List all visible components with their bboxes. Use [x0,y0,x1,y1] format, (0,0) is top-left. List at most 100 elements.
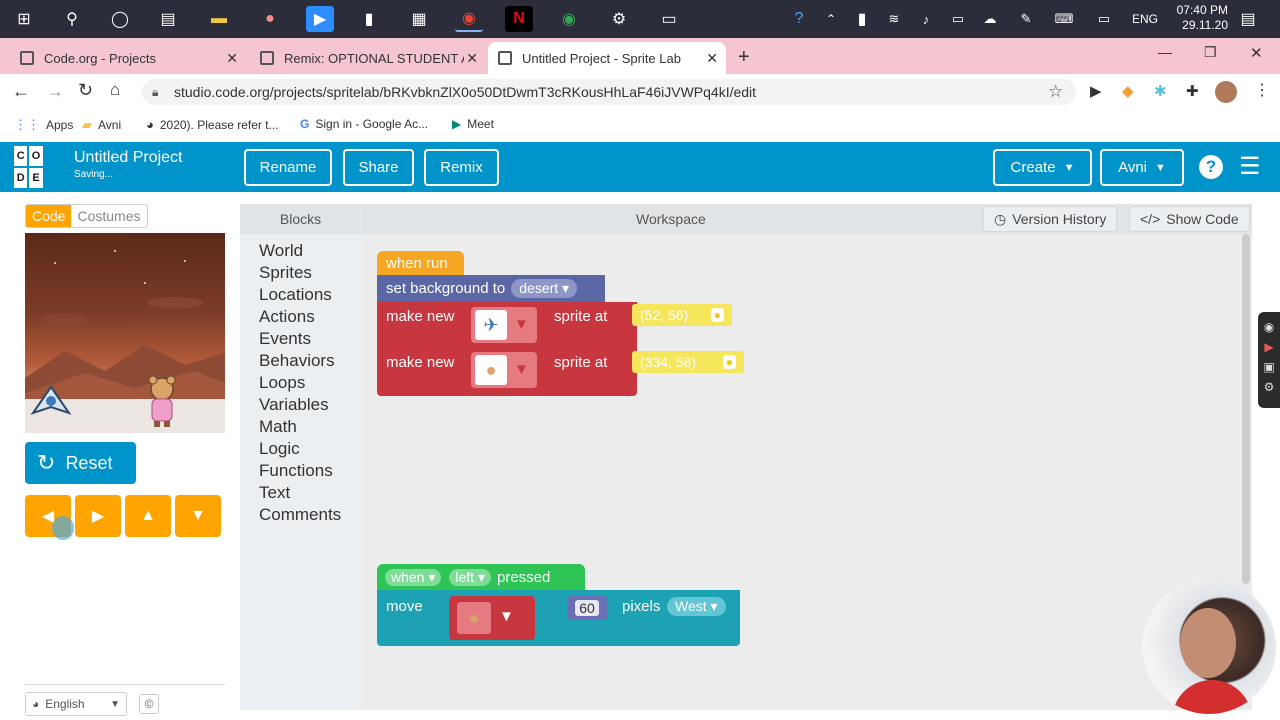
cortana-icon[interactable]: ◯ [106,6,134,32]
when-dropdown[interactable]: when ▾ [385,568,442,586]
key-dropdown[interactable]: left ▾ [449,568,491,586]
video-icon[interactable]: ▶ [1258,340,1280,354]
location-pin-icon[interactable]: ● [710,308,724,322]
extension-icon[interactable]: ◆ [1122,82,1134,100]
display-icon[interactable]: ▭ [1090,6,1118,32]
make-new-sprite-block[interactable]: make new sprite at ● ▼ [377,349,637,396]
bookmark-avni[interactable]: ▰ Avni [82,117,121,133]
settings-icon[interactable]: ⚙ [605,6,633,32]
amount-input[interactable]: 60 [567,596,607,620]
screen-icon[interactable]: ▭ [655,6,683,32]
category-comments[interactable]: Comments [259,505,341,525]
show-code-button[interactable]: </> Show Code [1129,206,1250,232]
sprite-selector[interactable]: ● ▼ [449,596,535,640]
reload-icon[interactable]: ↻ [78,80,93,101]
battery-icon[interactable]: ▭ [944,6,972,32]
language-indicator[interactable]: ENG [1132,12,1158,26]
help-icon[interactable]: ? [1199,155,1223,179]
notification-icon[interactable]: ▤ [1234,6,1262,32]
game-stage[interactable] [25,233,225,433]
make-new-sprite-block[interactable]: make new sprite at ✈ ▼ [377,302,637,349]
category-sprites[interactable]: Sprites [259,263,312,283]
user-menu-button[interactable]: Avni ▼ [1100,149,1184,186]
category-functions[interactable]: Functions [259,461,333,481]
minimize-icon[interactable]: — [1158,44,1172,60]
background-dropdown[interactable]: desert ▾ [511,279,578,298]
app-icon[interactable]: ▮ [355,6,383,32]
address-bar[interactable]: 🔒︎ studio.code.org/projects/spritelab/bR… [142,79,1076,105]
forward-icon[interactable]: → [46,81,64,102]
browser-tab[interactable]: Code.org - Projects ✕ [10,42,246,74]
set-background-block[interactable]: set background to desert ▾ [377,275,605,302]
zoom-icon[interactable]: ▶ [306,6,334,32]
clock[interactable]: 07:40 PM 29.11.20 [1177,3,1228,33]
codeorg-logo[interactable]: C O D E [14,146,58,188]
close-icon[interactable]: ✕ [706,50,718,67]
copyright-icon[interactable]: © [139,694,159,714]
category-world[interactable]: World [259,241,303,261]
bookmark-item[interactable]: G Sign in - Google Ac... [300,117,428,131]
close-icon[interactable]: ✕ [226,50,238,67]
code-tab[interactable]: Code [26,205,72,227]
location-block[interactable]: (334, 58) ● [632,351,744,373]
chrome-icon[interactable]: ◉ [455,6,483,32]
back-icon[interactable]: ← [12,81,30,102]
bear-sprite[interactable] [145,375,179,429]
category-behaviors[interactable]: Behaviors [259,351,335,371]
browser-tab-active[interactable]: Untitled Project - Sprite Lab ✕ [488,42,726,74]
reset-button[interactable]: ↻ Reset [25,442,136,484]
when-key-pressed-block[interactable]: when ▾ left ▾ pressed [377,564,585,590]
app-icon[interactable]: ● [256,6,284,32]
up-arrow-button[interactable]: ▲ [125,495,171,537]
move-block[interactable]: move ● ▼ 60 pixels West ▾ [377,590,740,646]
restore-icon[interactable]: ❐ [1204,44,1217,61]
costume-dropdown[interactable]: ✈ ▼ [471,307,537,343]
category-math[interactable]: Math [259,417,297,437]
create-menu-button[interactable]: Create ▼ [993,149,1092,186]
wifi-icon[interactable]: ≋ [880,6,908,32]
rename-button[interactable]: Rename [244,149,332,186]
spaceship-sprite[interactable] [29,385,73,423]
calculator-icon[interactable]: ▦ [405,6,433,32]
costumes-tab[interactable]: Costumes [71,205,147,227]
new-tab-icon[interactable]: + [738,46,750,69]
hamburger-menu-icon[interactable]: ☰ [1239,152,1261,181]
category-logic[interactable]: Logic [259,439,300,459]
puzzle-icon[interactable]: ✚ [1186,82,1199,100]
remix-button[interactable]: Remix [424,149,499,186]
kebab-menu-icon[interactable]: ⋮ [1254,80,1270,100]
extension-icon[interactable]: ▶ [1090,82,1102,100]
category-variables[interactable]: Variables [259,395,329,415]
costume-dropdown[interactable]: ● ▼ [471,352,537,388]
direction-dropdown[interactable]: West ▾ [667,597,726,616]
pen-icon[interactable]: ✎ [1012,6,1040,32]
image-icon[interactable]: ▣ [1258,360,1280,374]
bookmark-meet[interactable]: ▶ Meet [452,117,494,131]
category-events[interactable]: Events [259,329,311,349]
chevron-up-icon[interactable]: ⌃ [817,6,845,32]
workspace-scrollbar[interactable] [1242,234,1250,584]
right-arrow-button[interactable]: ▶ [75,495,121,537]
category-actions[interactable]: Actions [259,307,315,327]
netflix-icon[interactable]: N [505,6,533,32]
category-locations[interactable]: Locations [259,285,332,305]
file-explorer-icon[interactable]: ▬ [205,6,233,32]
bookmark-star-icon[interactable]: ☆ [1048,82,1063,102]
close-window-icon[interactable]: ✕ [1250,44,1263,62]
camera-icon[interactable]: ◉ [1258,320,1280,334]
chrome-icon[interactable]: ◉ [555,6,583,32]
down-arrow-button[interactable]: ▼ [175,495,221,537]
browser-tab[interactable]: Remix: OPTIONAL STUDENT ACT ✕ [250,42,486,74]
gear-icon[interactable]: ⚙ [1258,380,1280,394]
cloud-icon[interactable]: ☁ [976,6,1004,32]
microphone-icon[interactable]: ▮ [848,6,876,32]
volume-icon[interactable]: ♪ [912,6,940,32]
bookmark-item[interactable]: ◕ 2020). Please refer t... [146,117,279,132]
language-select[interactable]: ◕ English ▼ [25,692,127,716]
keyboard-icon[interactable]: ⌨ [1050,6,1078,32]
close-icon[interactable]: ✕ [466,50,478,67]
share-button[interactable]: Share [343,149,414,186]
task-view-icon[interactable]: ▤ [154,6,182,32]
category-text[interactable]: Text [259,483,290,503]
home-icon[interactable]: ⌂ [110,80,120,100]
